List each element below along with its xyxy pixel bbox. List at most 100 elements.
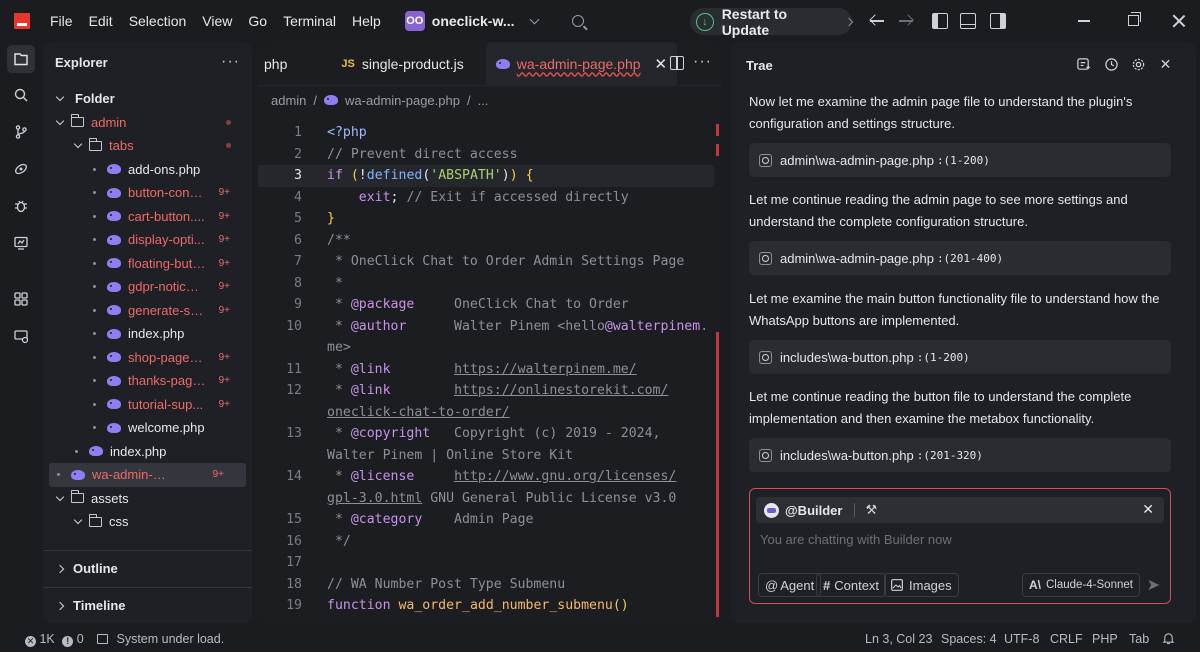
- tree-file[interactable]: wa-admin-pag... 9+: [49, 463, 246, 487]
- forward-arrow-icon[interactable]: [898, 13, 914, 29]
- line-ending[interactable]: CRLF: [1050, 627, 1083, 652]
- code-line[interactable]: 4 exit; // Exit if accessed directly: [258, 187, 714, 209]
- menu-selection[interactable]: Selection: [121, 0, 195, 42]
- context-button[interactable]: # Context: [816, 573, 887, 597]
- code-line[interactable]: 10 * @author Walter Pinem <hello@walterp…: [258, 316, 714, 338]
- cursor-position[interactable]: Ln 3, Col 23: [865, 627, 932, 652]
- code-line[interactable]: 12 * @link https://onlinestorekit.com/: [258, 380, 714, 402]
- language-mode[interactable]: PHP: [1092, 627, 1118, 652]
- testing-icon[interactable]: [7, 229, 35, 257]
- tree-root-folder[interactable]: Folder: [43, 87, 252, 111]
- tab-wa-admin-page[interactable]: wa-admin-page.php ✕: [485, 42, 678, 86]
- toggle-sidebar-icon[interactable]: [932, 13, 948, 29]
- new-chat-icon[interactable]: [1076, 57, 1091, 72]
- restart-to-update-button[interactable]: ↓ Restart to Update: [690, 6, 854, 38]
- code-line[interactable]: gpl-3.0.html GNU General Public License …: [258, 488, 714, 510]
- project-switcher[interactable]: OO oneclick-w...: [404, 11, 539, 31]
- code-line[interactable]: oneclick-chat-to-order/: [258, 402, 714, 424]
- tab-php[interactable]: php: [258, 42, 297, 86]
- encoding[interactable]: UTF-8: [1004, 627, 1039, 652]
- model-selector[interactable]: A\ Claude-4-Sonnet: [1022, 573, 1140, 597]
- indentation[interactable]: Spaces: 4: [941, 627, 997, 652]
- remote-icon[interactable]: [7, 155, 35, 183]
- tree-file[interactable]: gdpr-notice.... 9+: [43, 275, 252, 299]
- code-line[interactable]: me>: [258, 337, 714, 359]
- code-line[interactable]: 9 * @package OneClick Chat to Order: [258, 294, 714, 316]
- breadcrumb-item[interactable]: wa-admin-page.php: [345, 93, 460, 108]
- toggle-panel-icon[interactable]: [960, 13, 976, 29]
- maximize-icon[interactable]: [1128, 12, 1141, 26]
- code-line[interactable]: Walter Pinem | Online Store Kit: [258, 445, 714, 467]
- menu-edit[interactable]: Edit: [81, 0, 121, 42]
- outline-section[interactable]: Outline: [43, 550, 252, 586]
- code-line[interactable]: 2 // Prevent direct access: [258, 144, 714, 166]
- tree-file[interactable]: welcome.php: [43, 416, 252, 440]
- code-area[interactable]: 1 <?php 2 // Prevent direct access 3 if (!def…: [258, 114, 722, 623]
- tab-mode[interactable]: Tab: [1129, 627, 1149, 652]
- status-message[interactable]: System under load.: [97, 627, 224, 652]
- breadcrumb-item[interactable]: admin: [271, 93, 306, 108]
- close-panel-icon[interactable]: ✕: [1158, 56, 1173, 72]
- search-icon[interactable]: [571, 15, 584, 27]
- close-window-icon[interactable]: [1172, 14, 1186, 28]
- code-line[interactable]: 19 function wa_order_add_number_submenu(): [258, 595, 714, 617]
- history-icon[interactable]: [1104, 57, 1119, 72]
- code-line[interactable]: 14 * @license http://www.gnu.org/license…: [258, 466, 714, 488]
- menu-help[interactable]: Help: [344, 0, 389, 42]
- minimize-icon[interactable]: [1078, 20, 1090, 22]
- tree-file[interactable]: add-ons.php: [43, 158, 252, 182]
- tools-icon[interactable]: ⚒: [865, 502, 877, 518]
- code-line[interactable]: 18 // WA Number Post Type Submenu: [258, 574, 714, 596]
- code-line[interactable]: 15 * @category Admin Page: [258, 509, 714, 531]
- tree-file[interactable]: generate-sh... 9+: [43, 299, 252, 323]
- toggle-secondary-sidebar-icon[interactable]: [990, 13, 1006, 29]
- code-line[interactable]: 13 * @copyright Copyright (c) 2019 - 202…: [258, 423, 714, 445]
- more-icon[interactable]: ···: [693, 53, 712, 71]
- source-control-icon[interactable]: [7, 118, 35, 146]
- file-read-card[interactable]: includes\wa-button.php:(201-320): [749, 438, 1171, 472]
- code-line[interactable]: 6 /**: [258, 230, 714, 252]
- chat-input-placeholder[interactable]: You are chatting with Builder now: [760, 532, 952, 547]
- tree-file[interactable]: index.php: [43, 440, 252, 464]
- notifications-bell-icon[interactable]: [1162, 627, 1175, 652]
- menu-go[interactable]: Go: [240, 0, 275, 42]
- split-editor-icon[interactable]: [670, 56, 684, 70]
- chat-input-box[interactable]: @Builder ⚒ ✕ You are chatting with Build…: [749, 488, 1171, 604]
- images-button[interactable]: Images: [884, 573, 959, 597]
- code-line[interactable]: 17: [258, 552, 714, 574]
- tree-folder[interactable]: css: [43, 510, 252, 531]
- search-icon[interactable]: [7, 81, 35, 109]
- code-line[interactable]: 5}: [258, 208, 714, 230]
- send-icon[interactable]: ➤: [1147, 575, 1160, 595]
- breadcrumb-item[interactable]: ...: [478, 93, 489, 108]
- problems-indicator[interactable]: ✕ 1K ! 0: [25, 627, 84, 652]
- menu-terminal[interactable]: Terminal: [275, 0, 344, 42]
- remove-agent-icon[interactable]: ✕: [1142, 501, 1154, 518]
- file-read-card[interactable]: admin\wa-admin-page.php:(1-200): [749, 143, 1171, 177]
- remote-explorer-icon[interactable]: [7, 322, 35, 350]
- debug-icon[interactable]: [7, 192, 35, 220]
- settings-gear-icon[interactable]: [1131, 57, 1146, 72]
- file-read-card[interactable]: includes\wa-button.php:(1-200): [749, 340, 1171, 374]
- close-icon[interactable]: ✕: [655, 55, 668, 73]
- tree-file[interactable]: floating-butt... 9+: [43, 252, 252, 276]
- code-line[interactable]: 16 */: [258, 531, 714, 553]
- tree-file[interactable]: tutorial-sup... 9+: [43, 393, 252, 417]
- code-line[interactable]: 1 <?php: [258, 122, 714, 144]
- tree-file[interactable]: display-opti... 9+: [43, 228, 252, 252]
- back-arrow-icon[interactable]: [869, 13, 885, 29]
- file-read-card[interactable]: admin\wa-admin-page.php:(201-400): [749, 241, 1171, 275]
- explorer-icon[interactable]: [7, 45, 35, 73]
- tree-file[interactable]: thanks-page... 9+: [43, 369, 252, 393]
- tab-single-product-js[interactable]: JS single-product.js: [331, 42, 473, 86]
- tree-folder[interactable]: admin: [43, 111, 252, 135]
- menu-file[interactable]: File: [42, 0, 81, 42]
- extensions-icon[interactable]: [7, 285, 35, 313]
- more-icon[interactable]: ···: [221, 53, 240, 71]
- tree-folder[interactable]: tabs: [43, 134, 252, 158]
- code-line[interactable]: 11 * @link https://walterpinem.me/: [258, 359, 714, 381]
- tree-file[interactable]: cart-button.... 9+: [43, 205, 252, 229]
- timeline-section[interactable]: Timeline: [43, 587, 252, 623]
- menu-view[interactable]: View: [194, 0, 240, 42]
- tree-file[interactable]: shop-page.p... 9+: [43, 346, 252, 370]
